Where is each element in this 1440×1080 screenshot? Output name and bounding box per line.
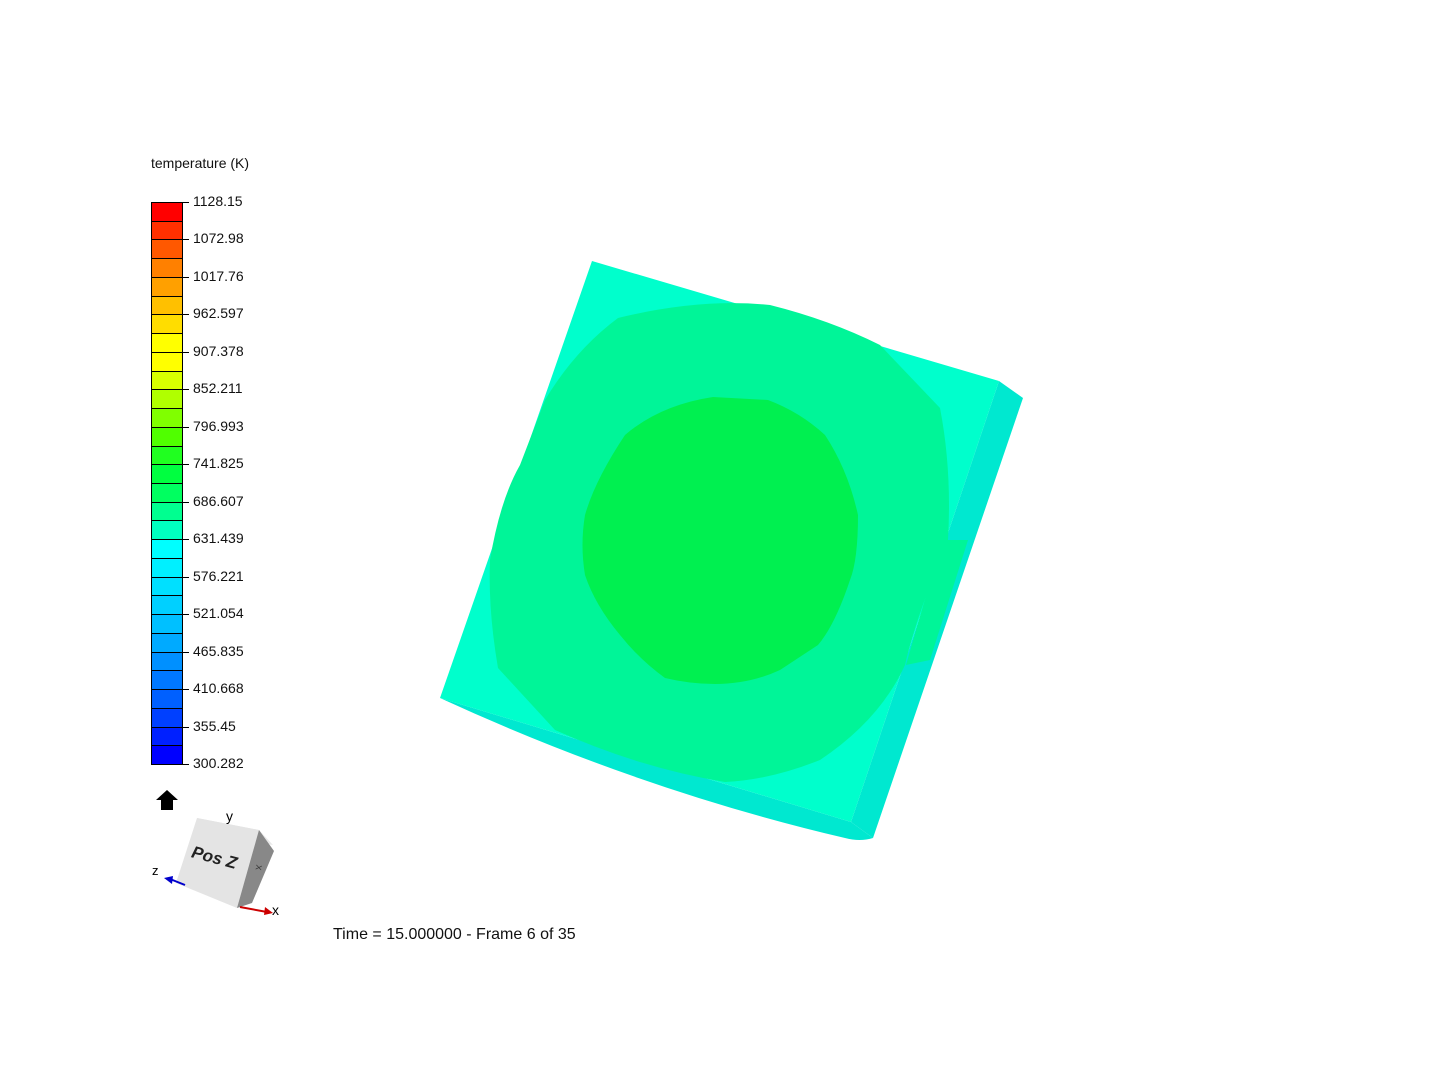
time-frame-status: Time = 15.000000 - Frame 6 of 35 xyxy=(333,926,576,943)
x-axis-line xyxy=(239,906,268,913)
x-axis-label: x xyxy=(272,902,279,918)
z-axis-arrow xyxy=(164,876,173,884)
z-axis-label: z xyxy=(152,863,159,878)
render-viewport[interactable]: temperature (K) 1128.15 1072.98 1017.76 962… xyxy=(0,0,1440,1080)
orientation-cube[interactable]: Pos Z X x y z xyxy=(145,805,295,925)
y-axis-label: y xyxy=(226,808,233,824)
